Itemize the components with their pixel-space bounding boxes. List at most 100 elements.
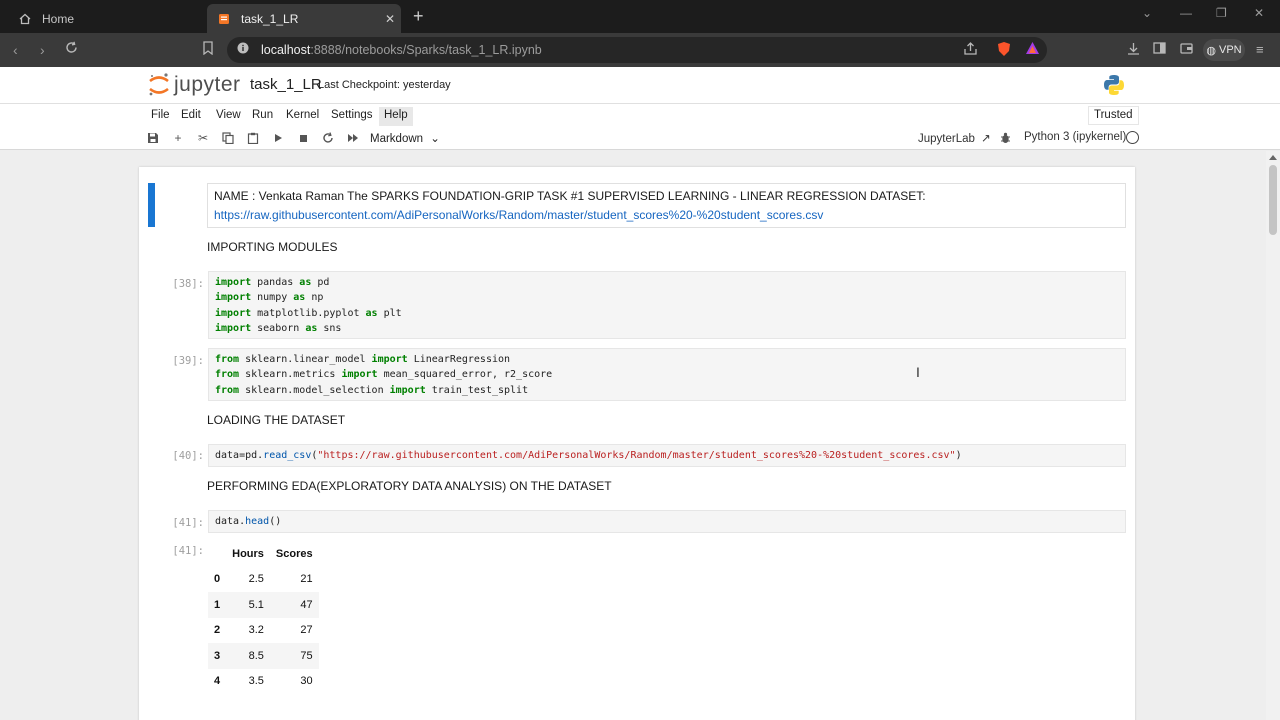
browser-address-bar: ‹ › localhost:8888/notebooks/Sparks/task… (0, 33, 1280, 67)
cell-type-select[interactable]: Markdown ⌄ (370, 131, 440, 145)
wallet-icon[interactable] (1180, 42, 1193, 57)
notebook-title[interactable]: task_1_LR (250, 76, 322, 93)
jupyter-logo-icon (149, 73, 169, 96)
run-icon[interactable] (271, 131, 285, 145)
notebook-toolbar: + ✂ Markdown ⌄ JupyterLab ↗ Python 3 (ip… (0, 127, 1280, 150)
row-index: 2 (214, 624, 221, 637)
sidebar-icon[interactable] (1153, 42, 1166, 57)
kernel-status-icon (1126, 131, 1139, 144)
menu-bar: File Edit View Run Kernel Settings Help … (0, 103, 1280, 127)
scores-cell: 47 (300, 598, 313, 611)
menu-view[interactable]: View (211, 107, 246, 126)
browser-menu-icon[interactable]: ≡ (1256, 42, 1264, 57)
vpn-globe-icon: ◍ (1206, 44, 1216, 57)
hours-cell: 2.5 (248, 573, 264, 586)
url-field[interactable]: localhost:8888/notebooks/Sparks/task_1_L… (227, 37, 1047, 63)
home-tab-icon (18, 12, 32, 26)
minimize-icon[interactable]: — (1180, 6, 1192, 20)
code-line: import numpy as np (215, 292, 324, 304)
cell-type-value: Markdown (370, 133, 424, 145)
row-index: 1 (214, 598, 221, 611)
column-header: Hours (232, 547, 264, 560)
add-cell-icon[interactable]: + (171, 131, 185, 145)
brave-rewards-icon[interactable] (1025, 41, 1040, 58)
dataframe-output: Hours Scores 0 2.5 21 1 5.1 47 2 3.2 27 3 8.5 75… (208, 541, 319, 694)
table-row: 2 3.2 27 (208, 617, 319, 643)
hours-cell: 5.1 (248, 598, 264, 611)
hours-cell: 3.2 (248, 624, 264, 637)
copy-icon[interactable] (221, 131, 235, 145)
cell-prompt-40: [40]: (172, 450, 204, 462)
menu-kernel[interactable]: Kernel (281, 107, 324, 126)
trusted-indicator[interactable]: Trusted (1088, 106, 1139, 125)
restart-icon[interactable] (321, 131, 335, 145)
code-line: import pandas as pd (215, 277, 330, 288)
stop-icon[interactable] (296, 131, 310, 145)
dataset-link[interactable]: https://raw.githubusercontent.com/AdiPer… (214, 206, 1119, 225)
hours-cell: 3.5 (248, 675, 264, 688)
last-checkpoint: Last Checkpoint: yesterday (318, 79, 451, 91)
kernel-debug-icon[interactable] (998, 131, 1012, 145)
tab-home-label: Home (42, 11, 75, 26)
maximize-icon[interactable]: ❐ (1216, 6, 1227, 20)
url-text: localhost:8888/notebooks/Sparks/task_1_L… (261, 43, 542, 57)
share-icon[interactable] (964, 42, 978, 58)
url-path: :8888/notebooks/Sparks/task_1_LR.ipynb (310, 43, 542, 57)
menu-edit[interactable]: Edit (176, 107, 206, 126)
new-tab-icon[interactable]: + (413, 6, 424, 27)
tab-notebook[interactable]: task_1_LR ✕ (207, 4, 401, 33)
code-line: from sklearn.metrics import mean_squared… (215, 369, 553, 381)
forward-icon[interactable]: › (40, 42, 45, 58)
notebook-area (0, 151, 1280, 720)
menu-file[interactable]: File (146, 107, 175, 126)
tab-search-icon[interactable]: ⌄ (1142, 6, 1152, 20)
table-row: 3 8.5 75 (208, 643, 319, 669)
url-host: localhost (261, 43, 311, 57)
close-tab-icon[interactable]: ✕ (385, 12, 395, 26)
paste-icon[interactable] (246, 131, 260, 145)
scroll-thumb[interactable] (1269, 165, 1277, 235)
code-cell-39[interactable]: from sklearn.linear_model import LinearR… (208, 348, 1126, 401)
tab-home[interactable]: Home (8, 4, 198, 33)
reload-icon[interactable] (65, 41, 78, 57)
menu-settings[interactable]: Settings (326, 107, 378, 126)
code-line: import seaborn as sns (215, 322, 342, 334)
cut-icon[interactable]: ✂ (196, 131, 210, 145)
notebook-tab-icon (217, 12, 231, 26)
menu-run[interactable]: Run (247, 107, 278, 126)
row-index: 4 (214, 675, 221, 688)
window-close-icon[interactable]: ✕ (1254, 6, 1264, 20)
external-link-icon: ↗ (981, 133, 991, 145)
row-index: 0 (214, 573, 221, 586)
site-info-icon[interactable] (237, 41, 249, 59)
column-header: Scores (275, 547, 313, 560)
bookmark-icon[interactable] (203, 41, 213, 58)
fast-forward-icon[interactable] (346, 131, 360, 145)
vertical-scrollbar[interactable] (1266, 151, 1280, 720)
kernel-name[interactable]: Python 3 (ipykernel) (1024, 131, 1126, 143)
code-cell-41[interactable]: data.head() (208, 510, 1126, 533)
vpn-button[interactable]: ◍ VPN (1203, 39, 1245, 61)
markdown-cell-intro[interactable]: NAME : Venkata Raman The SPARKS FOUNDATI… (207, 183, 1126, 228)
cell-prompt-38: [38]: (172, 278, 204, 290)
heading-eda: PERFORMING EDA(EXPLORATORY DATA ANALYSIS… (207, 479, 612, 493)
jupyter-logo[interactable]: jupyter (148, 72, 241, 98)
menu-help[interactable]: Help (379, 107, 413, 126)
table-row: 1 5.1 47 (208, 592, 319, 618)
jupyter-logo-text: jupyter (174, 73, 241, 96)
output-prompt-41: [41]: (172, 545, 204, 557)
scores-cell: 30 (300, 675, 313, 688)
code-cell-38[interactable]: import pandas as pd import numpy as np imp… (208, 271, 1126, 339)
back-icon[interactable]: ‹ (13, 42, 18, 58)
code-cell-40[interactable]: data=pd.read_csv("https://raw.githubuser… (208, 444, 1126, 467)
brave-shield-icon[interactable] (997, 41, 1011, 60)
jupyterlab-link[interactable]: JupyterLab ↗ (918, 131, 991, 145)
jupyterlab-link-label: JupyterLab (918, 133, 975, 145)
scroll-up-icon[interactable] (1269, 155, 1277, 160)
chevron-down-icon: ⌄ (430, 133, 440, 145)
intro-text: NAME : Venkata Raman The SPARKS FOUNDATI… (214, 189, 926, 203)
vpn-label: VPN (1218, 44, 1242, 56)
heading-loading-dataset: LOADING THE DATASET (207, 413, 346, 427)
save-icon[interactable] (146, 131, 160, 145)
download-icon[interactable] (1127, 42, 1140, 58)
